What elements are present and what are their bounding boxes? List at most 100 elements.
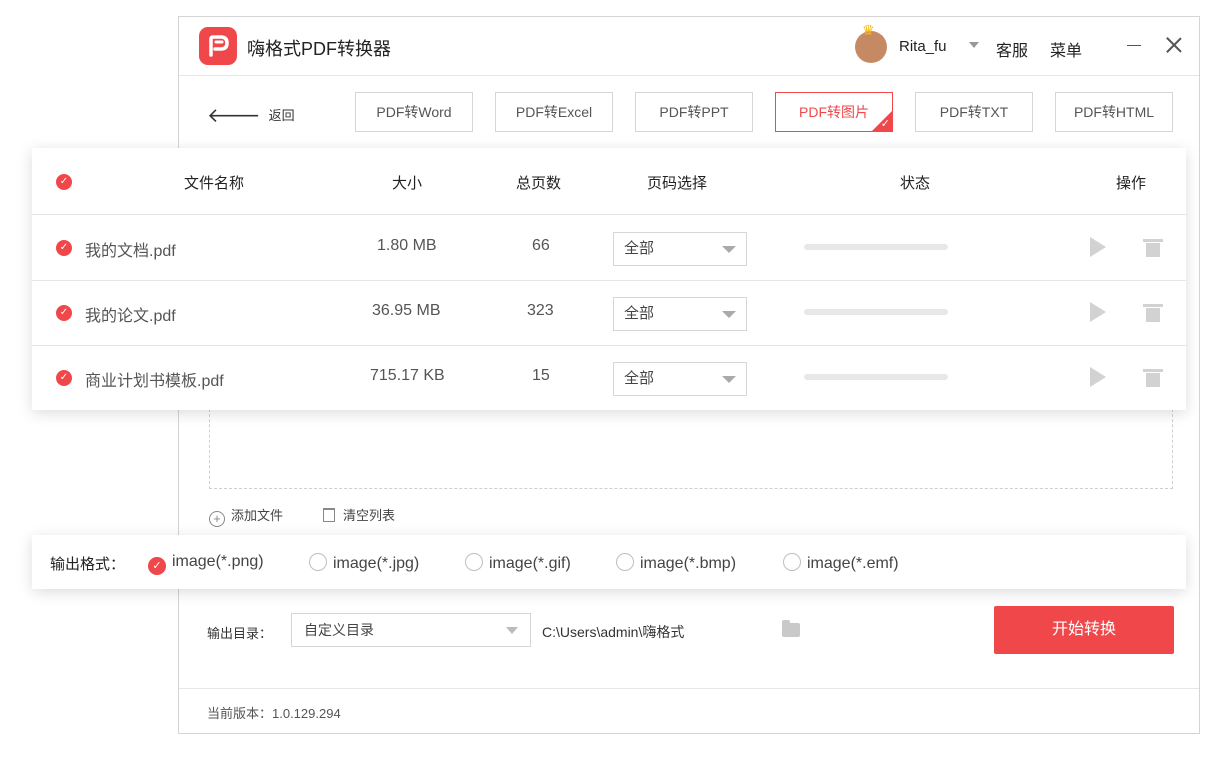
start-convert-button[interactable]: 开始转换 bbox=[994, 606, 1174, 654]
radio-icon bbox=[309, 553, 327, 571]
tab-label: PDF转HTML bbox=[1073, 104, 1155, 120]
file-list-panel: ✓ 文件名称 大小 总页数 页码选择 状态 操作 ✓ 我的文档.pdf 1.80… bbox=[32, 148, 1186, 410]
app-logo-icon bbox=[199, 27, 237, 65]
table-row: ✓ 商业计划书模板.pdf 715.17 KB 15 全部 bbox=[32, 345, 1186, 410]
page-range-select[interactable]: 全部 bbox=[613, 297, 747, 331]
trash-lid bbox=[1143, 304, 1163, 307]
output-dir-value: 自定义目录 bbox=[304, 622, 374, 638]
output-path: C:\Users\admin\嗨格式 bbox=[542, 624, 685, 640]
tab-label: PDF转图片 bbox=[799, 104, 869, 120]
header-pages: 总页数 bbox=[516, 175, 562, 192]
chevron-down-icon bbox=[722, 311, 736, 318]
footer: 当前版本：1.0.129.294 bbox=[179, 688, 1199, 733]
back-label: 返回 bbox=[268, 108, 295, 123]
chevron-down-icon[interactable] bbox=[969, 42, 979, 48]
format-label: image(*.bmp) bbox=[640, 555, 737, 572]
add-file-label: 添加文件 bbox=[231, 508, 284, 523]
chevron-down-icon bbox=[506, 627, 518, 634]
customer-service-link[interactable]: 客服 bbox=[996, 37, 1028, 61]
close-icon[interactable] bbox=[1166, 37, 1182, 53]
minimize-icon[interactable] bbox=[1127, 45, 1141, 46]
format-option-emf[interactable]: image(*.emf) bbox=[783, 553, 899, 573]
checkmark-icon: ✓ bbox=[880, 118, 890, 130]
plus-circle-icon: + bbox=[209, 511, 225, 527]
folder-icon[interactable] bbox=[782, 620, 800, 637]
format-label: image(*.png) bbox=[172, 553, 264, 570]
format-label: image(*.emf) bbox=[807, 555, 899, 572]
trash-icon[interactable] bbox=[1143, 304, 1163, 322]
page-range-value: 全部 bbox=[624, 305, 655, 322]
format-option-jpg[interactable]: image(*.jpg) bbox=[309, 553, 419, 573]
tab-label: PDF转TXT bbox=[939, 104, 1009, 120]
clear-list-button[interactable]: 清空列表 bbox=[323, 505, 395, 524]
file-drop-zone[interactable] bbox=[209, 409, 1173, 489]
chevron-down-icon bbox=[722, 246, 736, 253]
format-option-bmp[interactable]: image(*.bmp) bbox=[616, 553, 736, 573]
progress-bar bbox=[804, 244, 948, 250]
file-name: 我的论文.pdf bbox=[85, 308, 176, 325]
play-icon[interactable] bbox=[1090, 302, 1106, 322]
tab-label: PDF转PPT bbox=[659, 104, 729, 120]
file-size: 1.80 MB bbox=[377, 237, 437, 254]
tab-pdf-to-html[interactable]: PDF转HTML bbox=[1055, 92, 1173, 132]
trash-body bbox=[1146, 243, 1160, 257]
app-title: 嗨格式PDF转换器 bbox=[247, 39, 391, 59]
table-header: ✓ 文件名称 大小 总页数 页码选择 状态 操作 bbox=[32, 148, 1186, 215]
header-file-name: 文件名称 bbox=[184, 175, 245, 192]
page-count: 66 bbox=[532, 237, 550, 254]
user-avatar[interactable]: ♛ bbox=[855, 22, 887, 63]
format-label: image(*.jpg) bbox=[333, 555, 420, 572]
select-all-checkbox[interactable]: ✓ bbox=[56, 174, 72, 190]
progress-bar bbox=[804, 309, 948, 315]
back-button[interactable]: 🡐 返回 bbox=[207, 103, 295, 128]
trash-icon[interactable] bbox=[1143, 239, 1163, 257]
page-range-value: 全部 bbox=[624, 240, 655, 257]
radio-checked-icon: ✓ bbox=[148, 557, 166, 575]
table-row: ✓ 我的论文.pdf 36.95 MB 323 全部 bbox=[32, 280, 1186, 346]
play-icon[interactable] bbox=[1090, 237, 1106, 257]
output-dir-select[interactable]: 自定义目录 bbox=[291, 613, 531, 647]
trash-icon bbox=[323, 508, 335, 522]
trash-body bbox=[1146, 308, 1160, 322]
radio-icon bbox=[783, 553, 801, 571]
menu-link[interactable]: 菜单 bbox=[1050, 37, 1082, 61]
trash-lid bbox=[1143, 369, 1163, 372]
tab-pdf-to-word[interactable]: PDF转Word bbox=[355, 92, 473, 132]
version-text: 当前版本：1.0.129.294 bbox=[207, 706, 341, 721]
format-label: image(*.gif) bbox=[489, 555, 571, 572]
trash-icon[interactable] bbox=[1143, 369, 1163, 387]
add-file-button[interactable]: + 添加文件 bbox=[209, 505, 283, 527]
tab-label: PDF转Word bbox=[376, 104, 452, 120]
file-size: 715.17 KB bbox=[370, 367, 445, 384]
trash-body bbox=[1146, 373, 1160, 387]
header-status: 状态 bbox=[900, 175, 931, 192]
page-range-value: 全部 bbox=[624, 370, 655, 387]
format-option-png[interactable]: ✓ image(*.png) bbox=[148, 553, 264, 575]
crown-icon: ♛ bbox=[862, 22, 875, 38]
file-size: 36.95 MB bbox=[372, 302, 441, 319]
table-row: ✓ 我的文档.pdf 1.80 MB 66 全部 bbox=[32, 215, 1186, 281]
row-checkbox[interactable]: ✓ bbox=[56, 305, 72, 321]
chevron-down-icon bbox=[722, 376, 736, 383]
output-format-label: 输出格式： bbox=[50, 556, 126, 573]
title-bar: 嗨格式PDF转换器 ♛ Rita_fu 客服 菜单 bbox=[179, 17, 1199, 76]
page-range-select[interactable]: 全部 bbox=[613, 232, 747, 266]
page-count: 15 bbox=[532, 367, 550, 384]
format-option-gif[interactable]: image(*.gif) bbox=[465, 553, 571, 573]
tab-pdf-to-txt[interactable]: PDF转TXT bbox=[915, 92, 1033, 132]
page-count: 323 bbox=[527, 302, 554, 319]
progress-bar bbox=[804, 374, 948, 380]
tab-label: PDF转Excel bbox=[515, 104, 593, 120]
row-checkbox[interactable]: ✓ bbox=[56, 240, 72, 256]
row-checkbox[interactable]: ✓ bbox=[56, 370, 72, 386]
page-range-select[interactable]: 全部 bbox=[613, 362, 747, 396]
file-name: 我的文档.pdf bbox=[85, 243, 176, 260]
play-icon[interactable] bbox=[1090, 367, 1106, 387]
tab-pdf-to-ppt[interactable]: PDF转PPT bbox=[635, 92, 753, 132]
username[interactable]: Rita_fu bbox=[899, 38, 947, 55]
arrow-left-icon: 🡐 bbox=[207, 105, 261, 127]
header-actions: 操作 bbox=[1116, 175, 1147, 192]
clear-list-label: 清空列表 bbox=[343, 508, 396, 523]
tab-pdf-to-image[interactable]: PDF转图片 ✓ bbox=[775, 92, 893, 132]
tab-pdf-to-excel[interactable]: PDF转Excel bbox=[495, 92, 613, 132]
